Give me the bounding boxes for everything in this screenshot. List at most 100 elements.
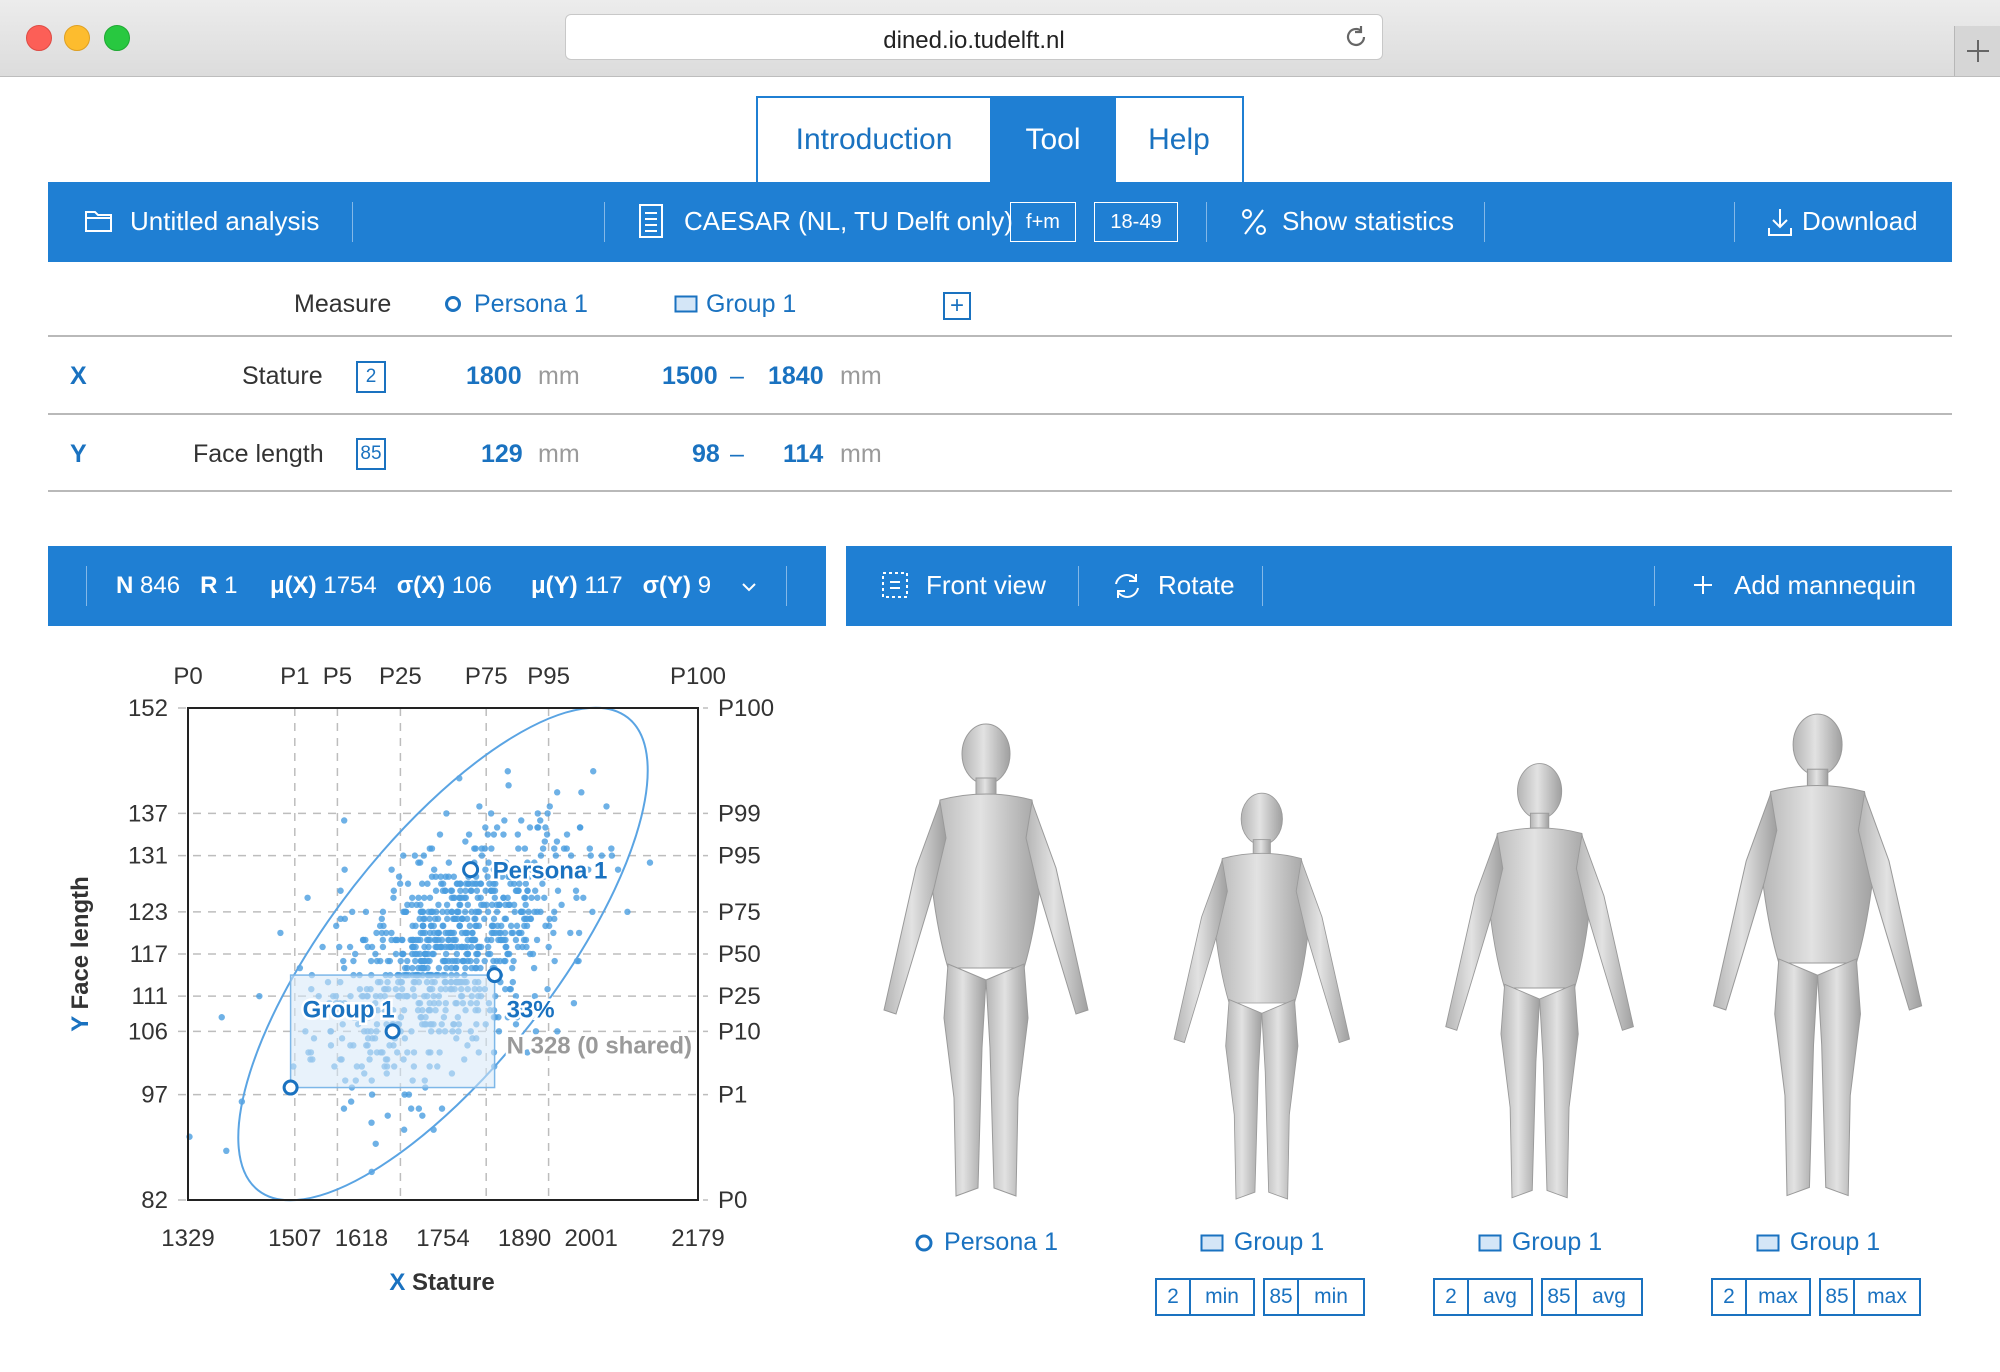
- scatter-point: [490, 957, 497, 965]
- scatter-point: [474, 943, 481, 951]
- scatter-point: [504, 768, 511, 775]
- front-view-button[interactable]: Front view: [926, 570, 1046, 601]
- y-tick-label: 106: [128, 1018, 168, 1045]
- scatter-point: [439, 880, 447, 887]
- scatter-point: [481, 915, 488, 923]
- scatter-point: [388, 866, 395, 873]
- group-column-header[interactable]: Group 1: [706, 290, 796, 319]
- group-max-value[interactable]: 114: [783, 440, 823, 469]
- scatter-point: [511, 908, 518, 916]
- percentile-chip[interactable]: min: [1189, 1278, 1255, 1316]
- scatter-point: [510, 957, 517, 965]
- scatter-point: [408, 901, 415, 908]
- separator: [1734, 202, 1735, 242]
- unit-label: mm: [840, 362, 882, 390]
- scatter-point: [412, 922, 419, 930]
- mannequin-figure[interactable]: [1685, 708, 1950, 1218]
- scatter-plot[interactable]: Group 1 33% N 328 (0 shared) Persona 1 P0 P1…: [0, 640, 820, 1320]
- add-column-button[interactable]: +: [943, 292, 971, 320]
- download-button[interactable]: Download: [1802, 206, 1918, 237]
- scatter-point: [443, 810, 450, 817]
- mannequin-label[interactable]: Group 1: [1450, 1228, 1630, 1257]
- percentile-chip[interactable]: 2: [1711, 1278, 1747, 1316]
- percentile-chip[interactable]: 2: [1155, 1278, 1191, 1316]
- persona-column-header[interactable]: Persona 1: [474, 290, 588, 319]
- mean-x-value: 1754: [323, 572, 377, 599]
- mannequin-label[interactable]: Group 1: [1172, 1228, 1352, 1257]
- scatter-point: [530, 964, 538, 972]
- rotate-button[interactable]: Rotate: [1158, 570, 1235, 601]
- mannequin-figure[interactable]: [1150, 788, 1374, 1218]
- x-tick-label: 1329: [161, 1225, 214, 1252]
- y-tick-label: 131: [128, 843, 168, 870]
- scatter-point: [435, 901, 442, 908]
- percentile-chip[interactable]: 85: [1819, 1278, 1855, 1316]
- mannequin-label[interactable]: Persona 1: [896, 1228, 1076, 1257]
- scatter-point: [421, 957, 428, 965]
- reload-icon[interactable]: [1342, 23, 1370, 51]
- scatter-point: [458, 915, 466, 923]
- scatter-point: [502, 943, 509, 951]
- analysis-name[interactable]: Untitled analysis: [130, 206, 319, 237]
- scatter-point: [462, 964, 469, 972]
- group-min-value[interactable]: 98: [692, 440, 720, 469]
- scatter-point: [488, 929, 495, 937]
- scatter-point: [376, 922, 384, 930]
- scatter-point: [435, 929, 443, 937]
- percentile-label-right: P10: [718, 1018, 761, 1045]
- percentile-chip[interactable]: avg: [1575, 1278, 1643, 1316]
- percentile-chip[interactable]: min: [1297, 1278, 1365, 1316]
- minimize-window-button[interactable]: [64, 25, 90, 51]
- scatter-point: [504, 894, 511, 901]
- new-tab-button[interactable]: [1954, 26, 2000, 76]
- scatter-point: [528, 894, 535, 901]
- scatter-point: [603, 803, 610, 810]
- age-filter-chip[interactable]: 18-49: [1094, 202, 1178, 242]
- mannequin-figure[interactable]: [856, 718, 1116, 1218]
- sd-y-value: 9: [697, 572, 712, 599]
- percentile-chip[interactable]: max: [1745, 1278, 1811, 1316]
- scatter-point: [397, 957, 404, 965]
- sex-filter-chip[interactable]: f+m: [1010, 202, 1076, 242]
- mannequin-label-text: Group 1: [1789, 1228, 1881, 1256]
- maximize-window-button[interactable]: [104, 25, 130, 51]
- tab-help[interactable]: Help: [1114, 96, 1244, 182]
- dataset-selector[interactable]: CAESAR (NL, TU Delft only): [684, 206, 1013, 237]
- tab-label: Introduction: [795, 123, 953, 156]
- scatter-point: [502, 915, 510, 923]
- group-min-value[interactable]: 1500: [662, 362, 718, 391]
- scatter-point: [462, 887, 469, 894]
- percentile-chip[interactable]: 85: [1263, 1278, 1299, 1316]
- address-bar[interactable]: dined.io.tudelft.nl: [565, 14, 1383, 60]
- scatter-point: [419, 964, 427, 972]
- scatter-point: [586, 845, 593, 852]
- persona-value[interactable]: 129: [481, 440, 523, 469]
- group-center-marker: [384, 1023, 401, 1040]
- scatter-point: [421, 915, 428, 923]
- scatter-point: [409, 964, 416, 972]
- percentile-chip[interactable]: 85: [1541, 1278, 1577, 1316]
- mannequin-label[interactable]: Group 1: [1728, 1228, 1908, 1257]
- mannequin-figure[interactable]: [1420, 758, 1659, 1218]
- scatter-point: [455, 908, 462, 916]
- percentile-chip[interactable]: avg: [1467, 1278, 1533, 1316]
- percentile-chip[interactable]: 2: [1433, 1278, 1469, 1316]
- show-statistics-button[interactable]: Show statistics: [1282, 206, 1454, 237]
- measure-code-badge[interactable]: 85: [356, 438, 386, 470]
- add-mannequin-button[interactable]: Add mannequin: [1734, 570, 1916, 601]
- scatter-point: [407, 1105, 415, 1112]
- group-max-value[interactable]: 1840: [768, 362, 824, 391]
- tab-introduction[interactable]: Introduction: [756, 96, 992, 182]
- close-window-button[interactable]: [26, 25, 52, 51]
- scatter-point: [384, 1112, 391, 1119]
- scatter-point: [501, 929, 509, 937]
- persona-value[interactable]: 1800: [466, 362, 522, 391]
- scatter-point: [482, 866, 489, 873]
- percentile-chip[interactable]: max: [1853, 1278, 1921, 1316]
- measure-code-badge[interactable]: 2: [356, 361, 386, 393]
- statistics-bar: N 846 R 1 μ(X) 1754 σ(X) 106 μ(Y) 117 σ(…: [48, 546, 826, 626]
- scatter-point: [373, 957, 381, 965]
- tab-tool[interactable]: Tool: [990, 96, 1116, 182]
- group-rect-icon: [674, 295, 698, 313]
- chevron-down-icon[interactable]: [740, 580, 758, 594]
